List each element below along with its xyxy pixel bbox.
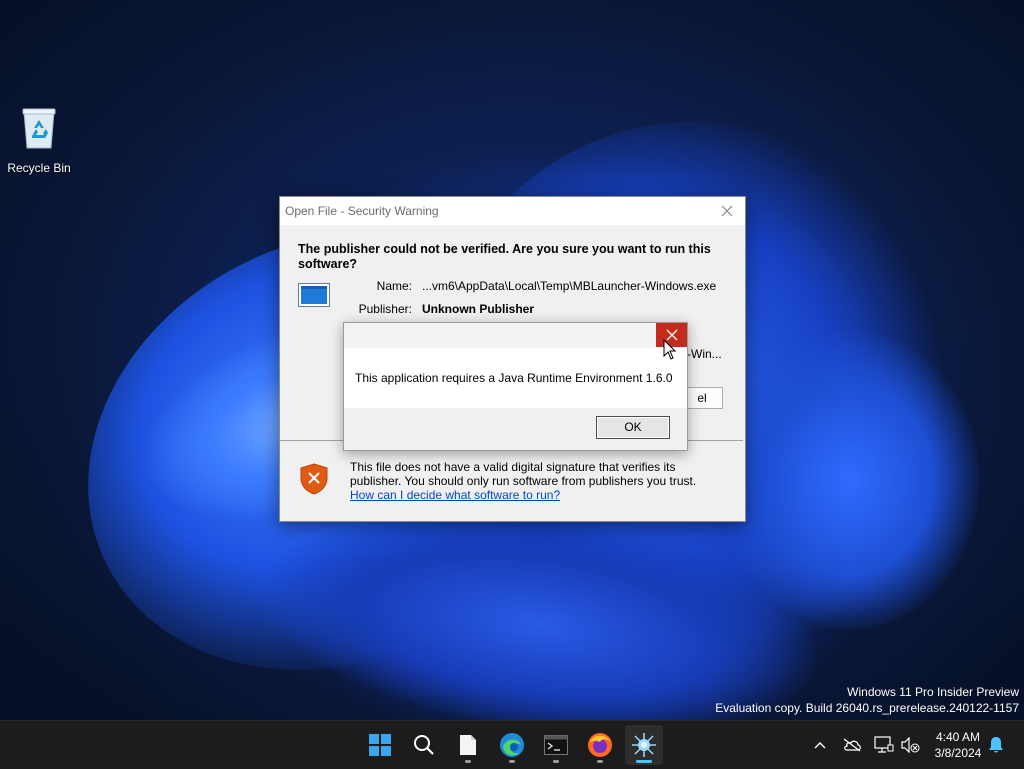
java-error-message: This application requires a Java Runtime… bbox=[355, 371, 673, 385]
mouse-cursor-icon bbox=[663, 339, 677, 360]
application-icon bbox=[298, 283, 330, 307]
java-app-icon bbox=[632, 733, 656, 757]
tray-network[interactable] bbox=[872, 731, 896, 759]
start-button[interactable] bbox=[361, 725, 399, 765]
bell-icon bbox=[989, 737, 1003, 753]
volume-muted-icon bbox=[901, 737, 920, 753]
java-dialog-titlebar[interactable] bbox=[344, 323, 687, 348]
signature-warning-text: This file does not have a valid digital … bbox=[350, 460, 697, 488]
clock-date: 3/8/2024 bbox=[934, 746, 982, 760]
tray-onedrive[interactable] bbox=[840, 731, 864, 759]
ok-button[interactable]: OK bbox=[596, 416, 670, 439]
dialog-titlebar[interactable]: Open File - Security Warning bbox=[280, 197, 745, 225]
obscured-value-fragment: -Win... bbox=[687, 347, 722, 361]
wallpaper-bloom bbox=[720, 330, 980, 630]
desktop-icon-recycle-bin[interactable]: Recycle Bin bbox=[4, 106, 74, 175]
chevron-up-icon bbox=[814, 742, 826, 749]
name-value: ...vm6\AppData\Local\Temp\MBLauncher-Win… bbox=[422, 279, 717, 293]
taskbar-app-terminal[interactable] bbox=[537, 725, 575, 765]
watermark-build: Evaluation copy. Build 26040.rs_prerelea… bbox=[715, 701, 1019, 715]
search-icon bbox=[414, 735, 434, 755]
help-link[interactable]: How can I decide what software to run? bbox=[350, 488, 560, 502]
cloud-offline-icon bbox=[843, 738, 861, 752]
taskbar-app-java[interactable] bbox=[625, 725, 663, 765]
watermark-edition: Windows 11 Pro Insider Preview bbox=[847, 685, 1019, 699]
search-button[interactable] bbox=[405, 725, 443, 765]
close-icon[interactable] bbox=[717, 201, 737, 221]
publisher-label: Publisher: bbox=[358, 302, 412, 316]
taskbar-app-edge[interactable] bbox=[493, 725, 531, 765]
dialog-title: Open File - Security Warning bbox=[285, 204, 439, 218]
taskbar-clock[interactable]: 4:40 AM 3/8/2024 bbox=[928, 729, 988, 761]
edge-icon bbox=[500, 733, 524, 757]
tray-notifications[interactable] bbox=[984, 731, 1008, 759]
taskbar: 4:40 AM 3/8/2024 bbox=[0, 720, 1024, 769]
publisher-value: Unknown Publisher bbox=[422, 302, 535, 316]
tray-overflow-button[interactable] bbox=[808, 731, 832, 759]
recycle-bin-icon bbox=[22, 108, 56, 149]
windows-logo-icon bbox=[369, 734, 391, 756]
name-label: Name: bbox=[376, 279, 412, 293]
shield-warning-icon bbox=[300, 463, 328, 495]
taskbar-app-firefox[interactable] bbox=[581, 725, 619, 765]
dialog-heading: The publisher could not be verified. Are… bbox=[298, 242, 711, 271]
cancel-button[interactable]: el bbox=[682, 387, 723, 409]
tray-volume[interactable] bbox=[898, 731, 922, 759]
java-error-dialog: This application requires a Java Runtime… bbox=[343, 322, 688, 451]
java-dialog-body: This application requires a Java Runtime… bbox=[344, 348, 687, 408]
firefox-icon bbox=[588, 733, 612, 757]
terminal-icon bbox=[544, 735, 568, 755]
taskbar-app-file[interactable] bbox=[449, 725, 487, 765]
desktop-icon-label: Recycle Bin bbox=[7, 161, 71, 175]
clock-time: 4:40 AM bbox=[935, 730, 981, 744]
file-icon bbox=[460, 735, 476, 755]
network-icon bbox=[874, 736, 894, 753]
